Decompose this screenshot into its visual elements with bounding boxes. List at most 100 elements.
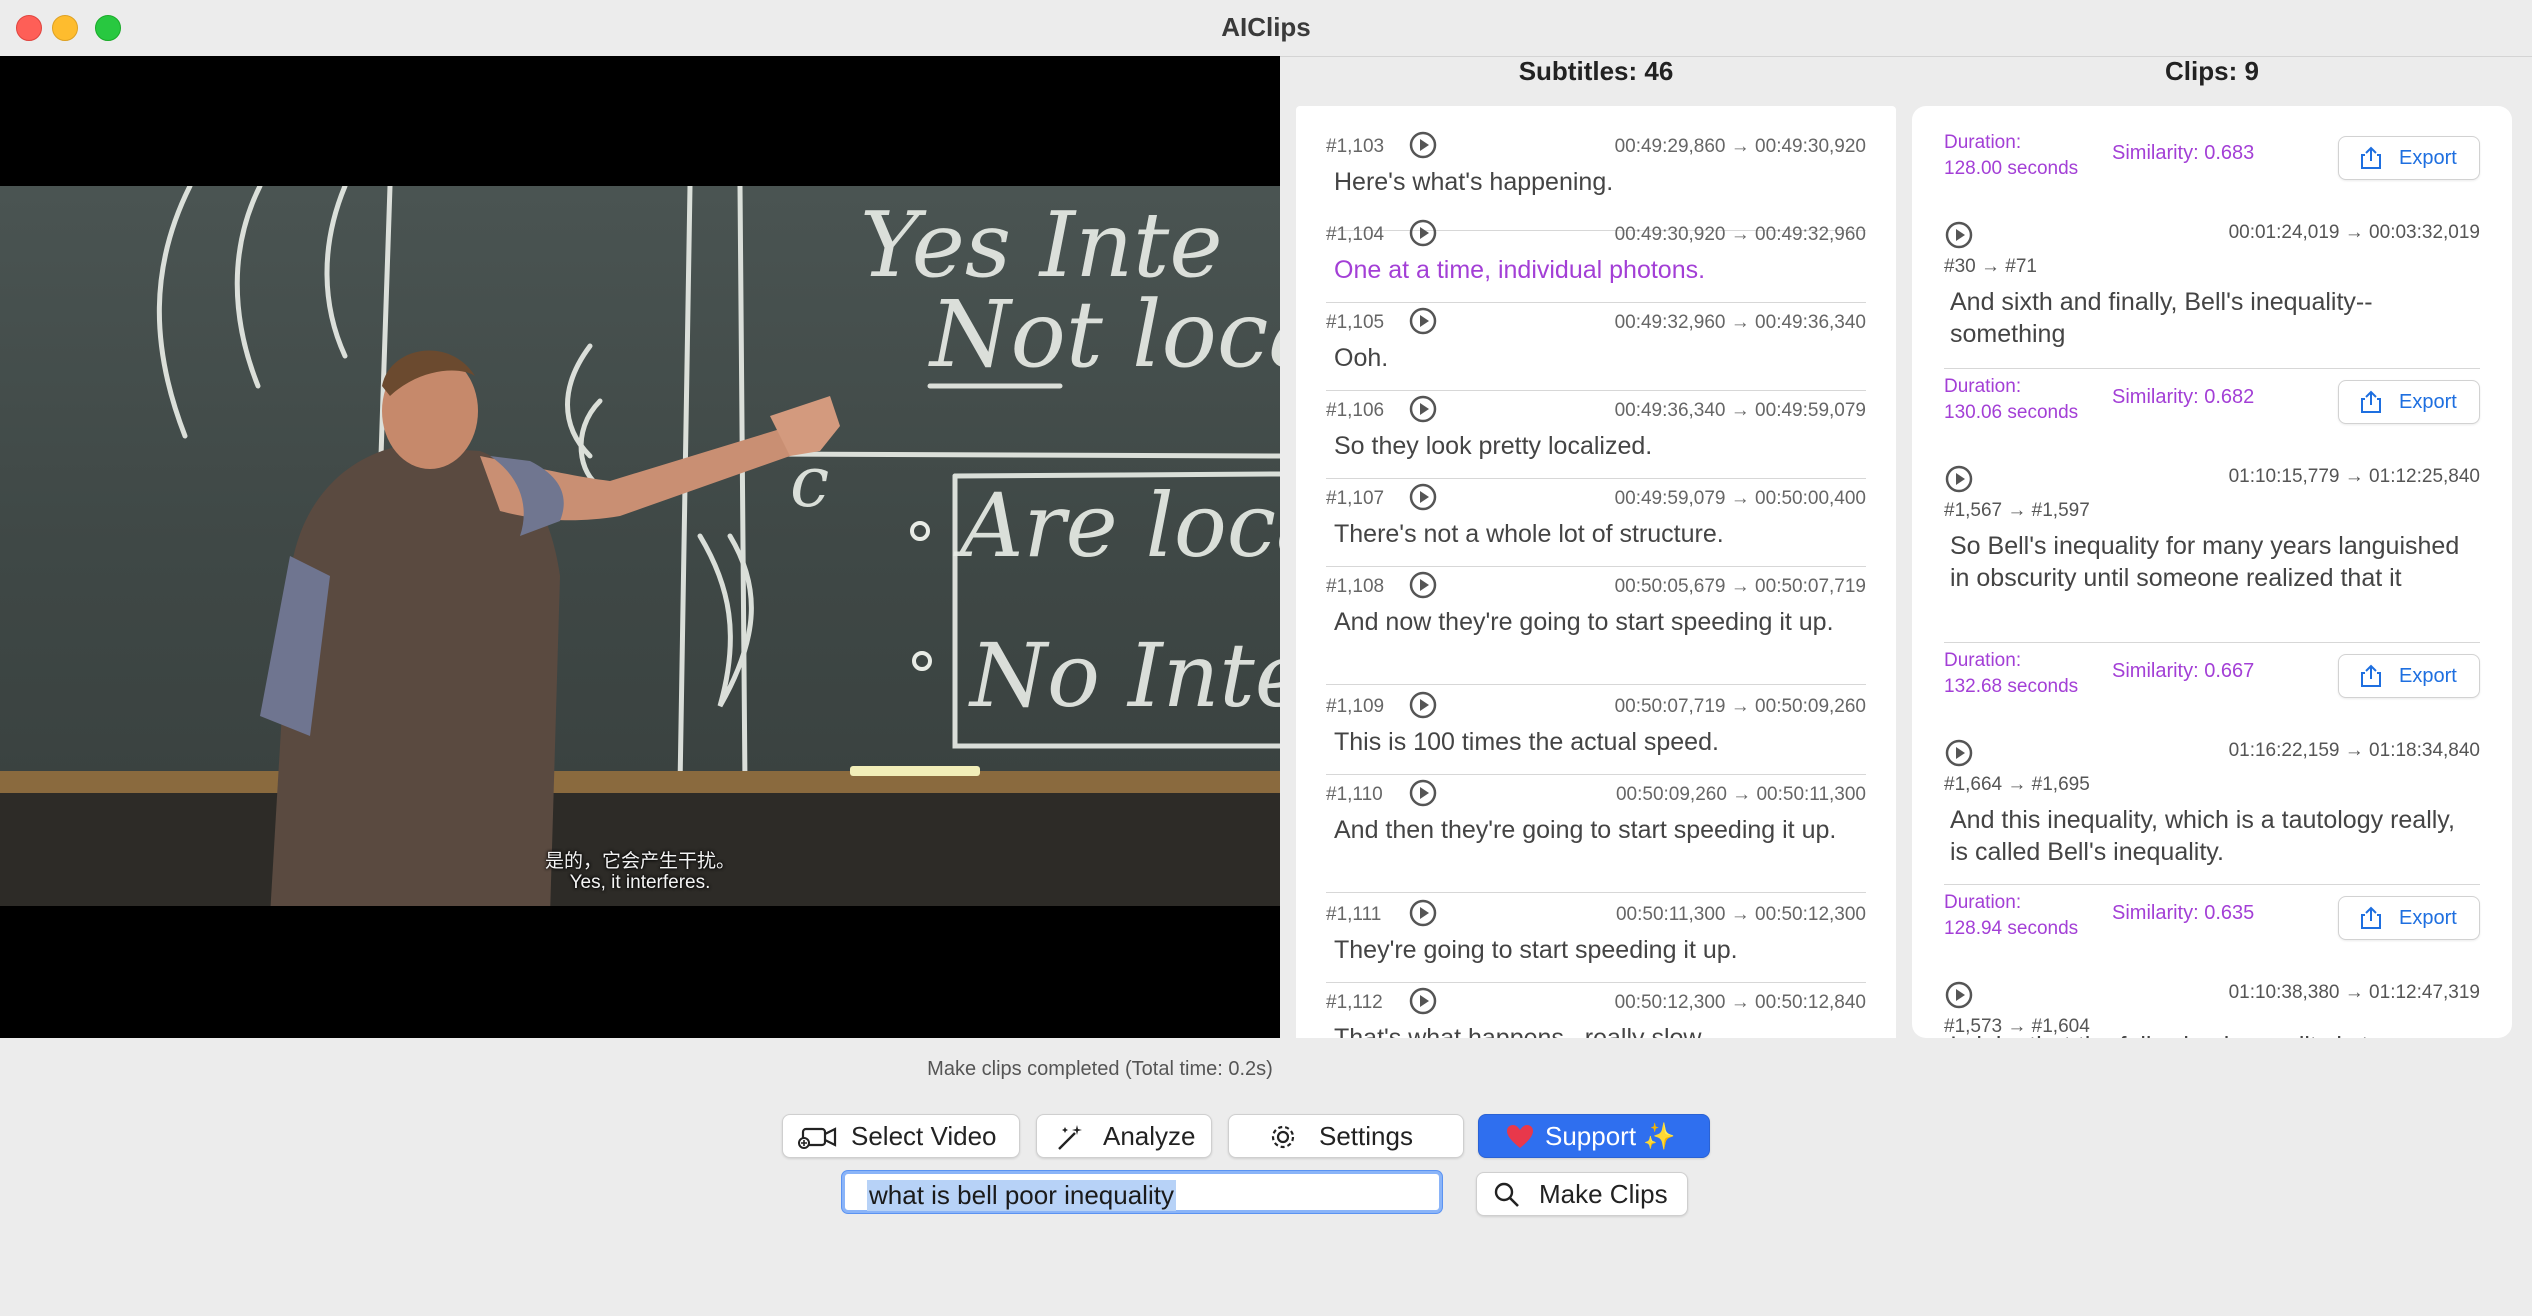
status-message: Make clips completed (Total time: 0.2s) [927, 1058, 1273, 1080]
row-divider [1326, 684, 1866, 685]
export-label: Export [2399, 147, 2457, 169]
video-subtitle-zh: 是的，它会产生干扰。 [544, 851, 735, 872]
clip-time: 01:10:15,779 → 01:12:25,840 [2228, 466, 2480, 487]
export-button[interactable]: Export [2338, 380, 2480, 424]
subtitle-index: #1,107 [1326, 488, 1385, 509]
play-icon[interactable] [1944, 738, 1974, 768]
card-divider [1944, 368, 2480, 369]
play-icon[interactable] [1944, 220, 1974, 250]
clips-list[interactable]: Duration: 128.00 seconds Similarity: 0.68… [1912, 106, 2512, 1038]
subtitle-text-current: One at a time, individual photons. [1334, 256, 1706, 284]
settings-button[interactable]: Settings [1228, 1114, 1464, 1158]
export-label: Export [2399, 391, 2457, 413]
subtitle-row[interactable]: #1,112 00:50:12,300 → 00:50:12,840 That'… [1326, 982, 1866, 1038]
share-icon [2361, 390, 2381, 413]
subtitle-text: That's what happens...really slow... [1334, 1024, 1721, 1038]
clip-duration: Duration: 128.00 seconds [1944, 130, 2078, 182]
subtitle-row[interactable]: #1,110 00:50:09,260 → 00:50:11,300 And t… [1326, 774, 1866, 893]
export-label: Export [2399, 907, 2457, 929]
video-frame: Yes Inte Not locali Are locali No Interf… [0, 186, 1280, 906]
export-label: Export [2399, 665, 2457, 687]
play-icon[interactable] [1408, 306, 1438, 336]
search-icon [1494, 1182, 1519, 1207]
subtitle-time: 00:50:05,679 → 00:50:07,719 [1614, 576, 1866, 597]
subtitle-row[interactable]: #1,108 00:50:05,679 → 00:50:07,719 And n… [1326, 566, 1866, 685]
play-icon[interactable] [1944, 464, 1974, 494]
search-input[interactable]: what is bell poor inequality [842, 1171, 1442, 1213]
share-icon [2361, 664, 2381, 687]
duration-value: 130.06 seconds [1944, 402, 2079, 423]
export-button[interactable]: Export [2338, 896, 2480, 940]
export-button[interactable]: Export [2338, 136, 2480, 180]
board-text-no: No Interf [968, 624, 1280, 727]
make-clips-button[interactable]: Make Clips [1476, 1172, 1688, 1216]
export-button[interactable]: Export [2338, 654, 2480, 698]
select-video-label: Select Video [851, 1121, 997, 1151]
select-video-button[interactable]: Select Video [782, 1114, 1020, 1158]
play-icon[interactable] [1944, 980, 1974, 1010]
subtitle-time: 00:49:30,920 → 00:49:32,960 [1614, 224, 1866, 245]
heart-icon [1507, 1125, 1533, 1148]
duration-value: 128.00 seconds [1944, 158, 2079, 179]
play-icon[interactable] [1408, 130, 1438, 160]
app-window: AIClips Yes Inte Not loc Are loc No Int … [0, 0, 2532, 1316]
clip-duration: Duration: 128.94 seconds [1944, 890, 2078, 942]
clip-time: 01:10:38,380 → 01:12:47,319 [2228, 982, 2480, 1003]
play-icon[interactable] [1408, 570, 1438, 600]
support-button[interactable]: Support ✨ [1478, 1114, 1710, 1158]
analyze-button[interactable]: Analyze [1036, 1114, 1212, 1158]
clip-card[interactable]: Duration: 128.94 seconds Similarity: 0.63… [1944, 890, 2480, 1038]
clip-duration: Duration: 130.06 seconds [1944, 374, 2078, 426]
video-camera-icon [798, 1127, 837, 1149]
card-divider [1944, 642, 2480, 643]
subtitle-index: #1,105 [1326, 312, 1385, 333]
clip-text: And sixth and finally, Bell's inequality… [1950, 288, 2373, 348]
subtitle-index: #1,111 [1326, 904, 1382, 925]
play-icon[interactable] [1408, 690, 1438, 720]
gear-icon [1271, 1125, 1295, 1149]
clip-duration: Duration: 132.68 seconds [1944, 648, 2078, 700]
play-icon[interactable] [1408, 394, 1438, 424]
subtitle-text: Here's what's happening. [1334, 168, 1614, 196]
subtitle-row[interactable]: #1,106 00:49:36,340 → 00:49:59,079 So th… [1326, 390, 1866, 479]
clip-card[interactable]: Duration: 128.00 seconds Similarity: 0.68… [1944, 130, 2480, 370]
duration-label: Duration: [1944, 650, 2022, 671]
clip-time: 01:16:22,159 → 01:18:34,840 [2228, 740, 2480, 761]
clip-similarity: Similarity: 0.683 [2112, 142, 2255, 164]
subtitle-time: 00:49:32,960 → 00:49:36,340 [1614, 312, 1866, 333]
subtitle-index: #1,103 [1326, 136, 1385, 157]
play-icon[interactable] [1408, 482, 1438, 512]
subtitle-index: #1,110 [1326, 784, 1383, 805]
subtitle-time: 00:50:07,719 → 00:50:09,260 [1614, 696, 1866, 717]
board-text-not: Not locali [928, 281, 1280, 388]
subtitle-time: 00:50:11,300 → 00:50:12,300 [1615, 904, 1866, 925]
clip-card[interactable]: Duration: 132.68 seconds Similarity: 0.66… [1944, 648, 2480, 888]
subtitle-row[interactable]: #1,109 00:50:07,719 → 00:50:09,260 This … [1326, 686, 1866, 775]
clip-similarity: Similarity: 0.635 [2112, 902, 2255, 924]
subtitle-row[interactable]: #1,104 00:49:30,920 → 00:49:32,960 One a… [1326, 214, 1866, 303]
subtitle-time: 00:50:12,300 → 00:50:12,840 [1614, 992, 1866, 1013]
subtitle-row[interactable]: #1,105 00:49:32,960 → 00:49:36,340 Ooh. [1326, 302, 1866, 391]
subtitle-time: 00:49:59,079 → 00:50:00,400 [1614, 488, 1866, 509]
video-subtitle-en: Yes, it interferes. [569, 872, 711, 893]
subtitles-list[interactable]: #1,103 00:49:29,860 → 00:49:30,920 Here'… [1296, 106, 1896, 1038]
play-icon[interactable] [1408, 218, 1438, 248]
subtitle-text: This is 100 times the actual speed. [1334, 728, 1719, 756]
video-player[interactable]: Yes Inte Not locali Are locali No Interf… [0, 56, 1280, 1038]
clip-card[interactable]: Duration: 130.06 seconds Similarity: 0.68… [1944, 374, 2480, 644]
duration-label: Duration: [1944, 376, 2022, 397]
subtitle-row[interactable]: #1,107 00:49:59,079 → 00:50:00,400 There… [1326, 478, 1866, 567]
play-icon[interactable] [1408, 898, 1438, 928]
subtitle-index: #1,109 [1326, 696, 1385, 717]
subtitle-text: And then they're going to start speeding… [1334, 816, 1837, 844]
play-icon[interactable] [1408, 986, 1438, 1016]
magic-wand-icon [1058, 1125, 1082, 1150]
clip-similarity: Similarity: 0.682 [2112, 386, 2255, 408]
subtitle-index: #1,104 [1326, 224, 1385, 245]
subtitle-row[interactable]: #1,103 00:49:29,860 → 00:49:30,920 Here'… [1326, 126, 1866, 231]
play-icon[interactable] [1408, 778, 1438, 808]
subtitle-index: #1,106 [1326, 400, 1385, 421]
settings-label: Settings [1319, 1121, 1413, 1151]
subtitle-row[interactable]: #1,111 00:50:11,300 → 00:50:12,300 They'… [1326, 894, 1866, 983]
share-icon [2361, 906, 2381, 929]
